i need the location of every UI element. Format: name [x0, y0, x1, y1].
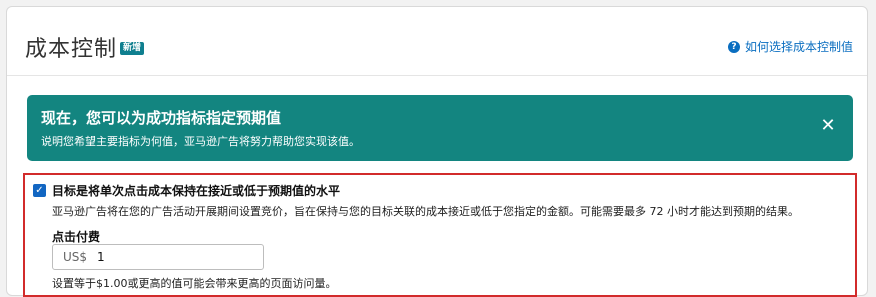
question-icon: ? [727, 40, 740, 53]
cpc-value: 1 [97, 250, 105, 264]
banner-body: 说明您希望主要指标为何值，亚马逊广告将努力帮助您实现该值。 [41, 135, 360, 148]
cpc-hint: 设置等于$1.00或更高的值可能会带来更高的页面访问量。 [52, 277, 337, 290]
goal-description: 亚马逊广告将在您的广告活动开展期间设置竞价，旨在保持与您的目标关联的成本接近或低… [52, 205, 799, 218]
banner-title: 现在，您可以为成功指标指定预期值 [41, 109, 282, 127]
cpc-label: 点击付费 [52, 230, 101, 244]
goal-checkbox[interactable]: ✓ [33, 184, 46, 197]
info-banner: 现在，您可以为成功指标指定预期值 说明您希望主要指标为何值，亚马逊广告将努力帮助… [27, 95, 853, 161]
close-icon[interactable]: ✕ [817, 114, 839, 136]
cpc-goal-section: ✓ 目标是将单次点击成本保持在接近或低于预期值的水平 亚马逊广告将在您的广告活动… [23, 173, 857, 297]
help-link-label: 如何选择成本控制值 [744, 40, 853, 54]
currency-prefix: US$ [63, 250, 88, 264]
new-badge: 新增 [120, 42, 145, 55]
goal-label: 目标是将单次点击成本保持在接近或低于预期值的水平 [52, 184, 341, 198]
cpc-input[interactable]: US$ 1 [52, 244, 264, 270]
card-header: 成本控制 新增 ? 如何选择成本控制值 [7, 7, 867, 76]
page-title: 成本控制 [25, 37, 118, 62]
help-link[interactable]: ? 如何选择成本控制值 [727, 38, 853, 55]
cost-control-card: 成本控制 新增 ? 如何选择成本控制值 现在，您可以为成功指标指定预期值 说明您… [6, 6, 868, 297]
